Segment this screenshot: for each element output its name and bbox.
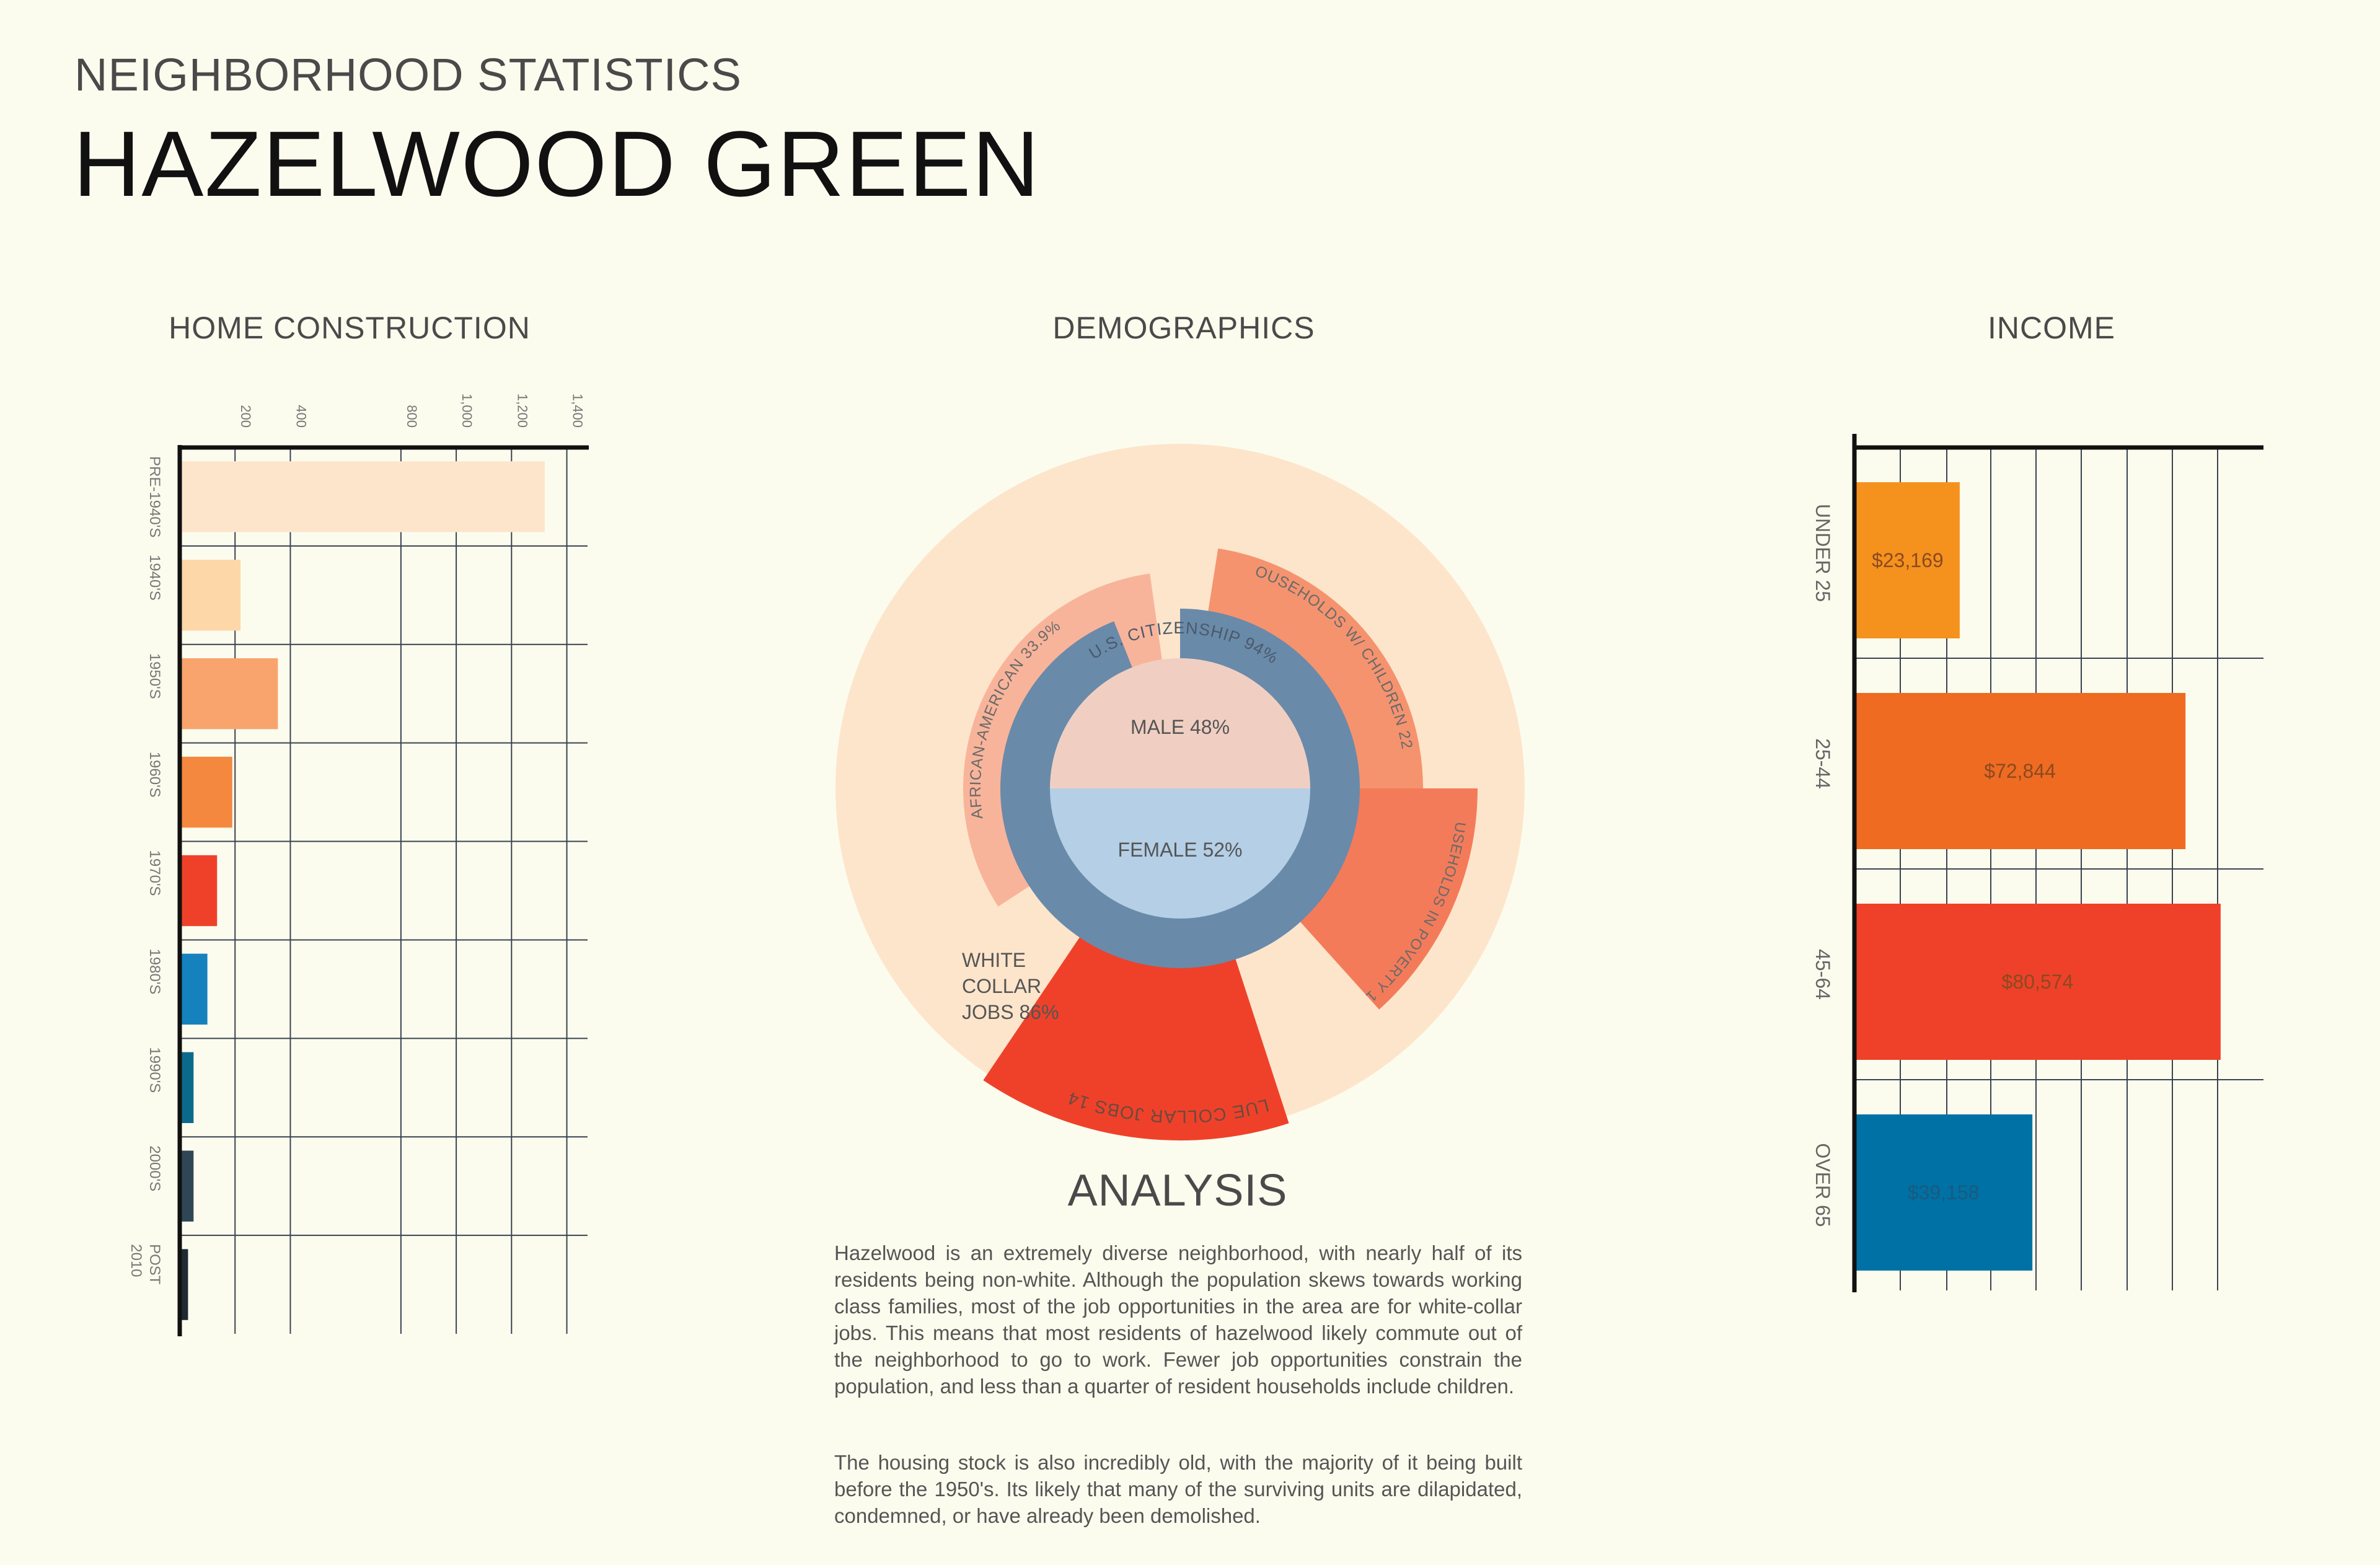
- households-poverty-segment: [1180, 788, 1478, 1010]
- value-label: $39,158: [1908, 1181, 1980, 1204]
- tick-label: 400: [293, 405, 309, 428]
- white-collar-label: WHITE: [962, 949, 1026, 971]
- page-title: HAZELWOOD GREEN: [73, 112, 1041, 216]
- bar: [1854, 693, 2186, 849]
- households-children-segment: [1180, 548, 1423, 788]
- white-collar-label: JOBS 86%: [962, 1001, 1059, 1023]
- analysis-paragraph-1: Hazelwood is an extremely diverse neighb…: [834, 1241, 1522, 1398]
- tick-label: 800: [404, 405, 420, 428]
- value-label: $80,574: [2002, 971, 2074, 993]
- category-label: 1980'S: [146, 948, 163, 994]
- tick-label: 1,200: [514, 394, 530, 428]
- bar: [180, 855, 218, 927]
- bar: [180, 1052, 194, 1123]
- bar: [1854, 1114, 2033, 1271]
- category-label: 1940'S: [146, 555, 163, 601]
- category-label: UNDER 25: [1812, 504, 1834, 602]
- category-label: 45-64: [1812, 949, 1834, 1000]
- category-label: PRE-1940'S: [146, 456, 163, 537]
- analysis-paragraph-2: The housing stock is also incredibly old…: [834, 1451, 1522, 1527]
- bar: [180, 560, 241, 631]
- category-label: POST: [146, 1244, 163, 1285]
- category-label: 1970'S: [146, 850, 163, 896]
- male-segment: [1050, 658, 1310, 788]
- citizenship-label: U.S. CITIZENSHIP 94%: [1086, 619, 1282, 668]
- bar: [180, 756, 232, 828]
- bar: [180, 1249, 188, 1320]
- african-american-segment: [963, 573, 1180, 907]
- female-label: FEMALE 52%: [1118, 839, 1243, 861]
- demographics-title: DEMOGRAPHICS: [1052, 311, 1315, 345]
- value-label: $23,169: [1872, 549, 1944, 571]
- bar: [180, 658, 278, 730]
- category-label: OVER 65: [1812, 1143, 1834, 1227]
- analysis-title: ANALYSIS: [1067, 1166, 1288, 1215]
- bar: [180, 461, 545, 532]
- white-collar-label: COLLAR: [962, 975, 1041, 997]
- bar: [1854, 482, 1960, 638]
- african-american-label: AFRICAN-AMERICAN 33.9%: [967, 617, 1064, 820]
- category-label: 1960'S: [146, 752, 163, 798]
- category-label: 2000'S: [146, 1145, 163, 1191]
- male-label: MALE 48%: [1130, 716, 1230, 738]
- tick-label: 1,000: [459, 394, 475, 428]
- page-supertitle: NEIGHBORHOOD STATISTICS: [74, 49, 742, 100]
- citizenship-highlight: [1000, 788, 1180, 918]
- home-construction-title: HOME CONSTRUCTION: [169, 311, 531, 345]
- white-collar-ring: [835, 444, 1525, 1133]
- female-segment: [1050, 788, 1310, 919]
- bar: [180, 1150, 194, 1222]
- category-label: 25-44: [1812, 738, 1834, 789]
- citizenship-ring: [1000, 609, 1360, 968]
- blue-collar-wedge: [983, 788, 1289, 1140]
- tick-label: 200: [238, 405, 253, 428]
- bar: [180, 953, 208, 1025]
- income-title: INCOME: [1988, 311, 2115, 345]
- category-label: 1950'S: [146, 653, 163, 699]
- category-label: 2010: [128, 1244, 144, 1277]
- value-label: $72,844: [1984, 760, 2056, 782]
- tick-label: 1,400: [570, 394, 586, 428]
- bar: [1854, 904, 2221, 1060]
- category-label: 1990'S: [146, 1047, 163, 1093]
